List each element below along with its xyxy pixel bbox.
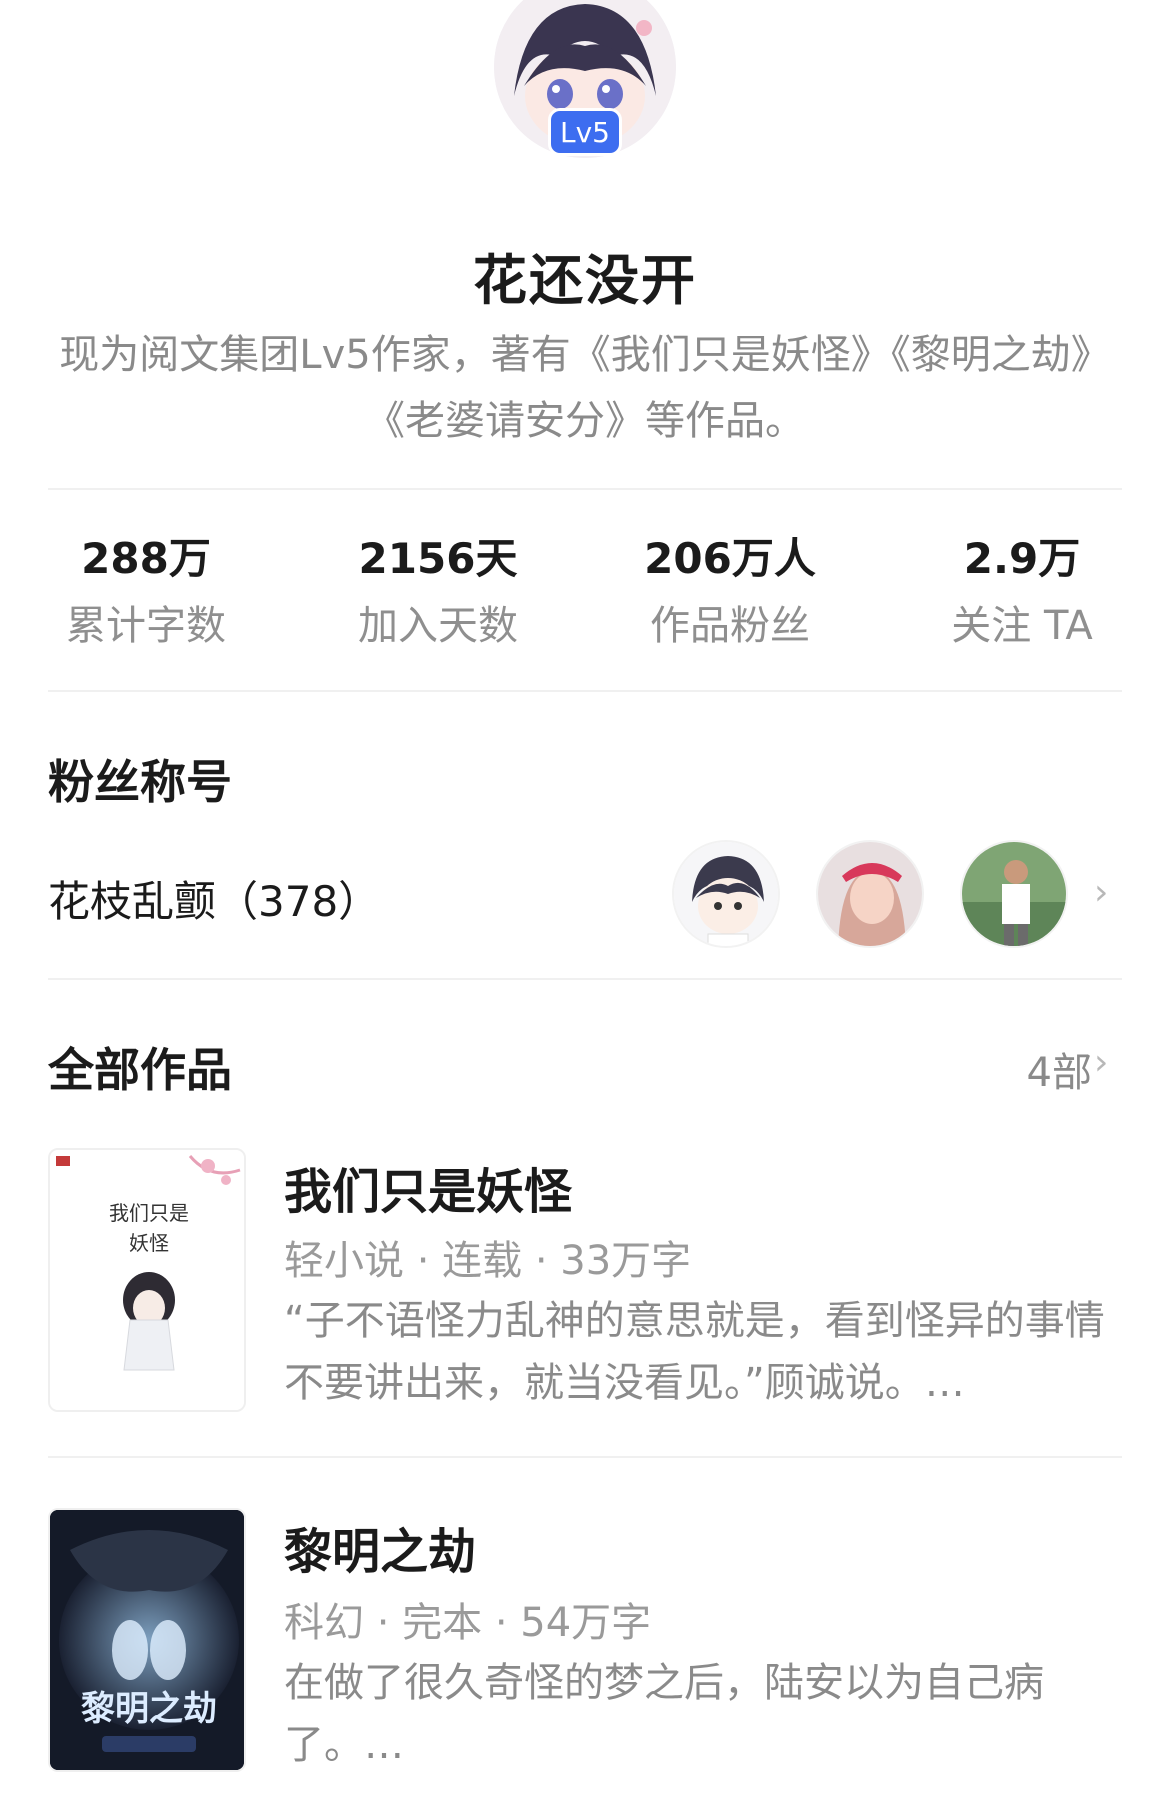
cover-title: 黎明之劫 [81, 1689, 217, 1729]
book-desc: “子不语怪力乱神的意思就是，看到怪异的事情不要讲出来，就当没看见。”顾诚说。… [284, 1298, 1105, 1406]
cover-title-line1: 我们只是 [109, 1201, 189, 1225]
stat-value: 206万人 [644, 534, 816, 583]
book-cover: 黎明之劫 [48, 1508, 246, 1772]
chevron-right-icon: › [1094, 872, 1109, 913]
fan-title-heading: 粉丝称号 [48, 755, 232, 809]
level-badge: Lv5 [548, 108, 622, 156]
stat-value: 2156天 [358, 534, 518, 583]
fan-avatar [672, 840, 780, 948]
author-bio: 现为阅文集团Lv5作家，著有《我们只是妖怪》《黎明之劫》《老婆请安分》等作品。 [59, 332, 1111, 444]
book-title: 黎明之劫 [284, 1524, 477, 1580]
book-desc: 在做了很久奇怪的梦之后，陆安以为自己病了。… [284, 1660, 1044, 1768]
stat-join-days[interactable]: 2156天 加入天数 [292, 528, 584, 654]
fan-title-name: 花枝乱颤（378） [48, 877, 381, 926]
stat-label: 加入天数 [358, 603, 518, 649]
divider [48, 1456, 1122, 1458]
divider [48, 978, 1122, 980]
chevron-right-icon: › [1094, 1042, 1109, 1083]
stat-value: 2.9万 [963, 534, 1081, 583]
author-name: 花还没开 [473, 249, 697, 312]
stat-word-count[interactable]: 288万 累计字数 [0, 528, 292, 654]
fan-avatar [816, 840, 924, 948]
book-title: 我们只是妖怪 [284, 1164, 573, 1220]
book-meta: 科幻 · 完本 · 54万字 [284, 1600, 652, 1646]
works-count: 4部 [1026, 1050, 1092, 1096]
stat-fans[interactable]: 206万人 作品粉丝 [584, 528, 876, 654]
book-meta: 轻小说 · 连载 · 33万字 [284, 1238, 692, 1284]
works-heading: 全部作品 [48, 1043, 232, 1097]
stat-label: 关注 TA [951, 603, 1093, 649]
book-cover: 我们只是 妖怪 [48, 1148, 246, 1412]
fan-avatar [960, 840, 1068, 948]
divider [48, 488, 1122, 490]
stat-following[interactable]: 2.9万 关注 TA [876, 528, 1168, 654]
stats-row: 288万 累计字数 2156天 加入天数 206万人 作品粉丝 2.9万 关注 … [0, 528, 1170, 654]
stat-label: 作品粉丝 [650, 603, 810, 649]
stat-value: 288万 [81, 534, 211, 583]
cover-title-line2: 妖怪 [129, 1231, 169, 1255]
divider [48, 690, 1122, 692]
stat-label: 累计字数 [66, 603, 226, 649]
